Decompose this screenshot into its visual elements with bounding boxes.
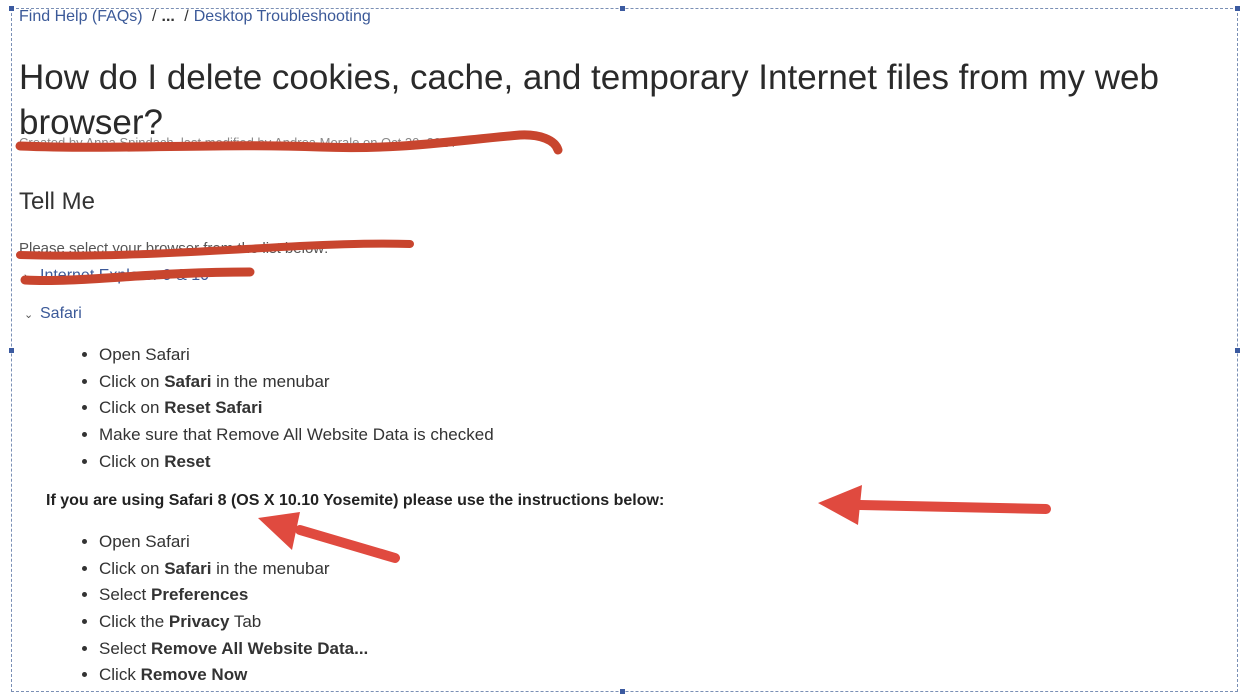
selection-frame: [11, 8, 1238, 692]
resize-handle[interactable]: [1235, 348, 1240, 353]
resize-handle[interactable]: [9, 348, 14, 353]
resize-handle[interactable]: [9, 6, 14, 11]
article-page: Find Help (FAQs) /... / Desktop Troublesh…: [0, 0, 1242, 695]
resize-handle[interactable]: [620, 689, 625, 694]
resize-handle[interactable]: [620, 6, 625, 11]
resize-handle[interactable]: [1235, 6, 1240, 11]
